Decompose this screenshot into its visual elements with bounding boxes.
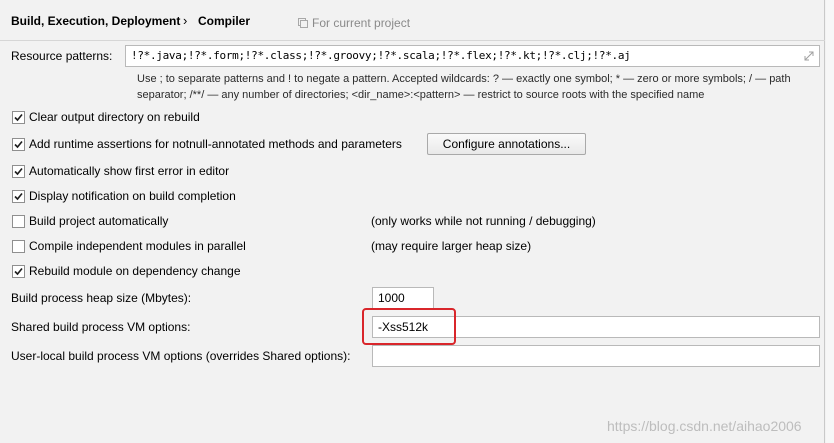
user-vm-input[interactable] (372, 345, 820, 367)
option-label: Automatically show first error in editor (29, 164, 230, 178)
checkbox-icon[interactable] (12, 165, 25, 178)
option-label: Compile independent modules in parallel (29, 239, 246, 253)
option-label: Add runtime assertions for notnull-annot… (29, 137, 402, 151)
heap-size-label: Build process heap size (Mbytes): (11, 291, 192, 305)
highlight-annotation (362, 308, 456, 345)
breadcrumb-separator: › (183, 13, 188, 28)
breadcrumb-current: Compiler (198, 14, 251, 28)
patterns-hint-line1: Use ; to separate patterns and ! to nega… (137, 73, 791, 85)
checkbox-icon[interactable] (12, 111, 25, 124)
resource-patterns-input[interactable]: !?*.java;!?*.form;!?*.class;!?*.groovy;!… (125, 45, 820, 67)
checkbox-icon[interactable] (12, 138, 25, 151)
scrollbar-track[interactable] (826, 0, 834, 443)
option-label: Build project automatically (29, 214, 169, 228)
checkbox-icon[interactable] (12, 240, 25, 253)
breadcrumb-parent[interactable]: Build, Execution, Deployment (11, 14, 180, 28)
watermark: https://blog.csdn.net/aihao2006 (607, 418, 802, 434)
user-vm-label: User-local build process VM options (ove… (11, 349, 351, 363)
patterns-hint-line2: separator; /**/ — any number of director… (137, 89, 705, 101)
option-label: Clear output directory on rebuild (29, 110, 200, 124)
checkbox-icon[interactable] (12, 190, 25, 203)
option-label: Rebuild module on dependency change (29, 264, 241, 278)
expand-icon[interactable] (804, 50, 814, 61)
scope-label: For current project (312, 16, 411, 30)
option-note: (may require larger heap size) (371, 239, 532, 253)
checkbox-icon[interactable] (12, 215, 25, 228)
shared-vm-label: Shared build process VM options: (11, 320, 191, 334)
option-note: (only works while not running / debuggin… (371, 214, 596, 228)
configure-annotations-button[interactable]: Configure annotations... (427, 133, 586, 155)
option-label: Display notification on build completion (29, 189, 236, 203)
checkbox-icon[interactable] (12, 265, 25, 278)
header-divider (0, 40, 825, 41)
resource-patterns-label: Resource patterns: (11, 49, 113, 63)
heap-size-input[interactable]: 1000 (372, 287, 434, 309)
project-scope-icon (298, 17, 308, 28)
